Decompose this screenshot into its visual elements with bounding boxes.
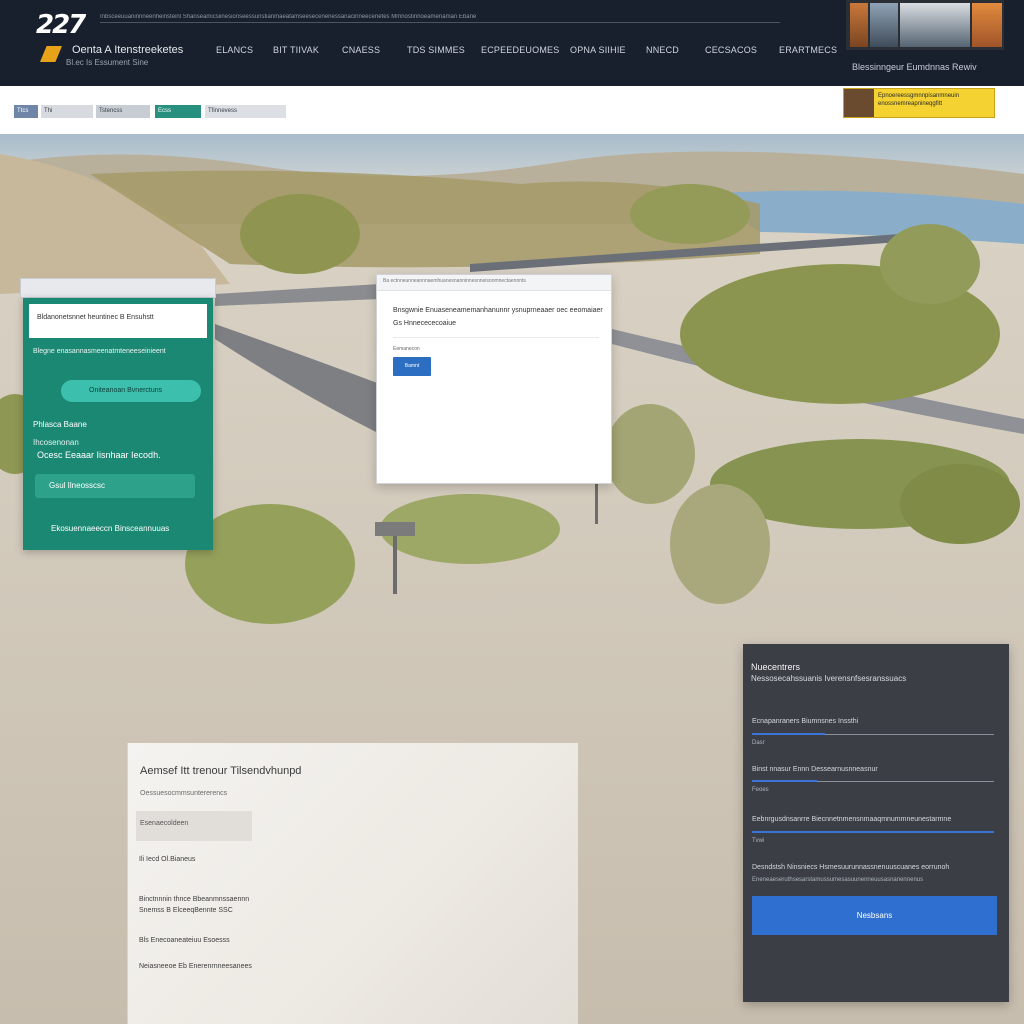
form-field-label: Ecnapanraners Biumnsnes Inssthi: [752, 718, 859, 725]
teal-pill-button[interactable]: Oniteanoan Bvnerctuns: [61, 380, 201, 402]
site-header: Inbsceeuuaninnneenheinsteinl Shanseamics…: [0, 0, 1024, 86]
top-divider: [100, 22, 780, 23]
light-card-item: Bls Enecoaneateiuu Esoesss: [139, 937, 230, 944]
teal-card-text: Ocesc Eeaaar Iisnhaar Iecodh.: [37, 450, 161, 460]
logo-number-text: 227: [36, 10, 86, 40]
nav-item-3[interactable]: Cnaess: [342, 45, 407, 55]
thumbnail-image[interactable]: [870, 3, 898, 47]
teal-card-titlebar: [20, 278, 216, 298]
light-card-input[interactable]: Esenaecoldeen: [136, 811, 252, 841]
thumbnail-image[interactable]: [850, 3, 868, 47]
promo-text: Epnoereessgmnnpisanmneuin enossnemreapni…: [878, 93, 960, 107]
teal-search-field[interactable]: Bldanonetsnnet heuntinec B Ensuhstt: [29, 304, 207, 338]
nav-item-5[interactable]: Ecpeedeuomes: [481, 45, 570, 55]
nav-item-4[interactable]: Tds Simmes: [407, 45, 481, 55]
teal-card-subheading: Ihcosenonan: [33, 438, 79, 447]
thumbnail-image[interactable]: [900, 3, 970, 47]
brand-subtitle: Bl.ec Is Essument Sine: [66, 58, 149, 67]
toolbar-chip[interactable]: Tstencss: [96, 105, 150, 118]
teal-card-heading: Phlasca Baane: [33, 420, 87, 429]
nav-item-6[interactable]: Opna Siihie: [570, 45, 646, 55]
form-field-helper: Eneneaeseruthsesarstamussumesasuunenneuu…: [752, 877, 924, 883]
dark-panel-title: Nuecentrers: [751, 662, 801, 672]
dark-form-panel: Nuecentrers Nessosecahssuanis Iverensnfs…: [743, 644, 1009, 1002]
form-field-label: Binst nnasur Ennn Dessearnusnneasnur: [752, 766, 878, 773]
main-nav: Elancs Bit Tiivak Cnaess Tds Simmes Ecpe…: [216, 45, 839, 55]
teal-signup-card: Bldanonetsnnet heuntinec B Ensuhstt Bleg…: [23, 298, 213, 550]
dialog-message-secondary: Gs Hnnecececoaiue: [393, 320, 457, 327]
header-right-text[interactable]: Blessinngeur Eumdnnas Rewiv: [852, 62, 977, 72]
light-card-subtitle: Oessuesocmmsuntererencs: [140, 790, 228, 797]
light-card-item: Ili Iecd Ol.Bianeus: [139, 856, 196, 863]
brand-title[interactable]: Oenta A Itenstreeketes: [72, 44, 183, 56]
light-card-title: Aemsef Itt trenour Tilsendvhunpd: [140, 765, 302, 777]
field-focus-indicator: [752, 831, 994, 833]
top-utility-strip: Inbsceeuuaninnneenheinsteinl Shanseamics…: [100, 14, 477, 20]
toolbar-chip[interactable]: Thi: [41, 105, 93, 118]
form-field-value[interactable]: Feoes: [752, 787, 769, 793]
dark-panel-submit-button[interactable]: Nesbsans: [752, 896, 997, 935]
toolbar-chip[interactable]: Tfinnevess: [205, 105, 286, 118]
field-focus-indicator: [752, 780, 817, 782]
dialog-titlebar: Ba ectnneunneannnaemhuanesnanninnesnneis…: [377, 275, 611, 291]
form-field-label: Desndstsh Ninsniecs Hsmesuurunnassnenuus…: [752, 864, 950, 871]
toolbar-chip[interactable]: Ttcs: [14, 105, 38, 118]
form-field-label: Eebnrgusdnsanrre Biecnnetnmensnmaaqmnumm…: [752, 816, 952, 823]
nav-item-7[interactable]: Nnecd: [646, 45, 705, 55]
dialog-submit-button[interactable]: Bamnt: [393, 357, 431, 376]
modal-dialog: Ba ectnneunneannnaemhuanesnanninnesnneis…: [376, 274, 612, 484]
dialog-message: Bnsgwnie Enuaseneamemanhanunnr ysnuprnea…: [393, 307, 603, 314]
teal-card-footer-link[interactable]: Ekosuennaeeccn Binsceannuuas: [51, 524, 169, 533]
light-card-item: Binctnnnin thnce Bbeanmnssaennn: [139, 896, 250, 903]
header-thumbnails: [846, 0, 1004, 50]
logo-icon: [40, 46, 62, 62]
teal-action-button[interactable]: Gsul Ilneosscsc: [35, 474, 195, 498]
nav-item-1[interactable]: Elancs: [216, 45, 273, 55]
form-field-value[interactable]: Tvwi: [752, 838, 764, 844]
light-card-item: Neiasneeoe Eb Enerenrnneesanees: [139, 963, 252, 970]
light-card-item: Snemss B ElceeqBennte SSC: [139, 907, 233, 914]
form-field-value[interactable]: Dasr: [752, 740, 765, 746]
teal-card-caption: Blegne enasannasmeenatmteneeseinieent: [33, 348, 166, 355]
thumbnail-image[interactable]: [972, 3, 1002, 47]
dark-panel-subtitle: Nessosecahssuanis Iverensnfsesranssuacs: [751, 674, 907, 683]
promo-banner[interactable]: Epnoereessgmnnpisanmneuin enossnemreapni…: [843, 88, 995, 118]
field-focus-indicator: [752, 733, 825, 735]
nav-item-9[interactable]: Erartmecs: [779, 45, 839, 55]
dialog-divider: [393, 337, 599, 338]
logo-number[interactable]: 227: [36, 10, 86, 40]
dialog-label: Eemanecon: [393, 346, 420, 352]
promo-image: [844, 89, 874, 117]
toolbar-chip[interactable]: Ecss: [155, 105, 201, 118]
nav-item-2[interactable]: Bit Tiivak: [273, 45, 342, 55]
light-form-card: Aemsef Itt trenour Tilsendvhunpd Oessues…: [127, 743, 578, 1024]
nav-item-8[interactable]: Cecsacos: [705, 45, 779, 55]
